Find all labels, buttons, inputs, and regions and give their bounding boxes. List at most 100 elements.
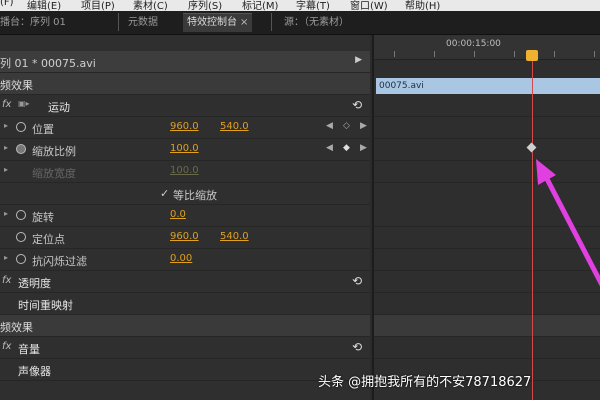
close-icon[interactable]: ×: [240, 17, 248, 28]
menu-bar: (F) 编辑(E) 项目(P) 素材(C) 序列(S) 标记(M) 字幕(T) …: [0, 0, 600, 11]
ruler-tick: [474, 51, 475, 57]
expand-twirl-icon[interactable]: ▸: [4, 209, 8, 218]
menu-clip[interactable]: 素材(C): [133, 0, 168, 11]
timeline-lane: [374, 315, 600, 337]
tab-divider: [271, 13, 272, 31]
show-timeline-icon[interactable]: ▶: [355, 55, 362, 65]
menu-sequence[interactable]: 序列(S): [188, 0, 222, 11]
stopwatch-icon[interactable]: [16, 210, 26, 220]
menu-project[interactable]: 项目(P): [81, 0, 115, 11]
position-x-value[interactable]: 960.0: [170, 121, 199, 132]
menu-edit[interactable]: 编辑(E): [27, 0, 61, 11]
timecode-label: 00:00:15:00: [446, 39, 501, 49]
time-remap-row[interactable]: 时间重映射: [0, 293, 370, 315]
expand-twirl-icon[interactable]: ▸: [4, 121, 8, 130]
tab-effect-controls[interactable]: 特效控制台 ×: [183, 13, 253, 32]
volume-row[interactable]: fx 音量 ⟲: [0, 337, 370, 359]
fx-icon[interactable]: fx: [2, 99, 11, 110]
tab-metadata[interactable]: 元数据: [128, 14, 158, 32]
stopwatch-icon[interactable]: [16, 122, 26, 132]
rotation-label: 旋转: [32, 211, 54, 224]
stopwatch-icon[interactable]: [16, 254, 26, 264]
anchor-y-value[interactable]: 540.0: [220, 231, 249, 242]
prev-keyframe-icon[interactable]: ◀: [326, 121, 333, 131]
scale-row: ▸ 缩放比例 100.0 ◀ ◆ ▶: [0, 139, 370, 161]
video-effects-label: 频效果: [0, 79, 33, 92]
tab-effect-controls-label: 特效控制台: [187, 17, 237, 28]
clip-path-label: 列 01 * 00075.avi: [0, 57, 96, 70]
ruler-tick: [394, 51, 395, 57]
menu-title[interactable]: 字幕(T): [296, 0, 330, 11]
tab-program-monitor[interactable]: 播台：序列 01: [0, 14, 66, 32]
menu-window[interactable]: 窗口(W): [350, 0, 388, 11]
timeline-lane: [374, 271, 600, 293]
timeline-lane: [374, 293, 600, 315]
motion-row[interactable]: fx ▣▸ 运动 ⟲: [0, 95, 370, 117]
reset-icon[interactable]: ⟲: [352, 340, 362, 354]
stopwatch-icon[interactable]: [16, 232, 26, 242]
volume-label: 音量: [18, 343, 40, 356]
keyframe-timeline: 00:00:15:00 00075.avi: [372, 35, 600, 400]
menu-file[interactable]: (F): [0, 0, 14, 8]
clip-header-row: 列 01 * 00075.avi ▶: [0, 51, 370, 73]
clip-bar[interactable]: 00075.avi: [376, 78, 600, 94]
panner-row[interactable]: 声像器: [0, 359, 370, 381]
watermark: 头条 @拥抱我所有的不安78718627: [318, 375, 532, 390]
clip-name: 00075.avi: [379, 81, 424, 91]
uniform-scale-row: ✓ 等比缩放: [0, 183, 370, 205]
anchor-label: 定位点: [32, 233, 65, 246]
timeline-lane: [374, 95, 600, 117]
timeline-lane: [374, 227, 600, 249]
stopwatch-icon[interactable]: [16, 144, 26, 154]
uniform-scale-check-icon[interactable]: ✓: [160, 187, 169, 200]
playhead-line[interactable]: [532, 59, 533, 400]
motion-label: 运动: [48, 101, 70, 114]
reset-icon[interactable]: ⟲: [352, 98, 362, 112]
timeline-lane: [374, 337, 600, 359]
scale-value[interactable]: 100.0: [170, 143, 199, 154]
opacity-row[interactable]: fx 透明度 ⟲: [0, 271, 370, 293]
next-keyframe-icon[interactable]: ▶: [360, 121, 367, 131]
uniform-scale-label: 等比缩放: [173, 189, 217, 202]
rotation-value[interactable]: 0.0: [170, 209, 186, 220]
next-keyframe-icon[interactable]: ▶: [360, 143, 367, 153]
time-ruler[interactable]: 00:00:15:00: [374, 35, 600, 60]
expand-twirl-icon[interactable]: ▸: [4, 143, 8, 152]
menu-marker[interactable]: 标记(M): [242, 0, 278, 11]
keyframe-diamond-icon[interactable]: ◇: [343, 121, 350, 131]
antiflicker-row: ▸ 抗闪烁过滤 0.00: [0, 249, 370, 271]
menu-help[interactable]: 帮助(H): [405, 0, 440, 11]
timeline-lane: [374, 205, 600, 227]
scale-width-label: 缩放宽度: [32, 167, 76, 180]
prev-keyframe-icon[interactable]: ◀: [326, 143, 333, 153]
ruler-tick: [434, 51, 435, 57]
anchor-x-value[interactable]: 960.0: [170, 231, 199, 242]
expand-twirl-icon[interactable]: ▸: [4, 253, 8, 262]
effect-controls-panel: 列 01 * 00075.avi ▶ 频效果 fx ▣▸ 运动 ⟲ ▸ 位置 9…: [0, 35, 370, 400]
ruler-tick: [514, 51, 515, 57]
reset-icon[interactable]: ⟲: [352, 274, 362, 288]
ruler-tick: [554, 51, 555, 57]
keyframe-diamond-icon[interactable]: ◆: [343, 143, 350, 153]
tab-source[interactable]: 源：（无素材）: [284, 14, 349, 32]
anchor-row: 定位点 960.0 540.0: [0, 227, 370, 249]
motion-icon: ▣▸: [18, 99, 30, 108]
position-row: ▸ 位置 960.0 540.0 ◀ ◇ ▶: [0, 117, 370, 139]
rotation-row: ▸ 旋转 0.0: [0, 205, 370, 227]
video-effects-header: 频效果: [0, 73, 370, 95]
playhead-icon[interactable]: [526, 50, 538, 61]
scale-label: 缩放比例: [32, 145, 76, 158]
timeline-lane: [374, 139, 600, 161]
tab-divider: [118, 13, 119, 31]
fx-icon[interactable]: fx: [2, 341, 11, 352]
position-label: 位置: [32, 123, 54, 136]
position-y-value[interactable]: 540.0: [220, 121, 249, 132]
time-remap-label: 时间重映射: [18, 299, 73, 312]
panner-label: 声像器: [18, 365, 51, 378]
fx-icon[interactable]: fx: [2, 275, 11, 286]
antiflicker-value[interactable]: 0.00: [170, 253, 192, 264]
antiflicker-label: 抗闪烁过滤: [32, 255, 87, 268]
scale-width-value: 100.0: [170, 165, 199, 176]
expand-twirl-icon: ▸: [4, 165, 9, 174]
scale-width-row: ▸ 缩放宽度 100.0: [0, 161, 370, 183]
